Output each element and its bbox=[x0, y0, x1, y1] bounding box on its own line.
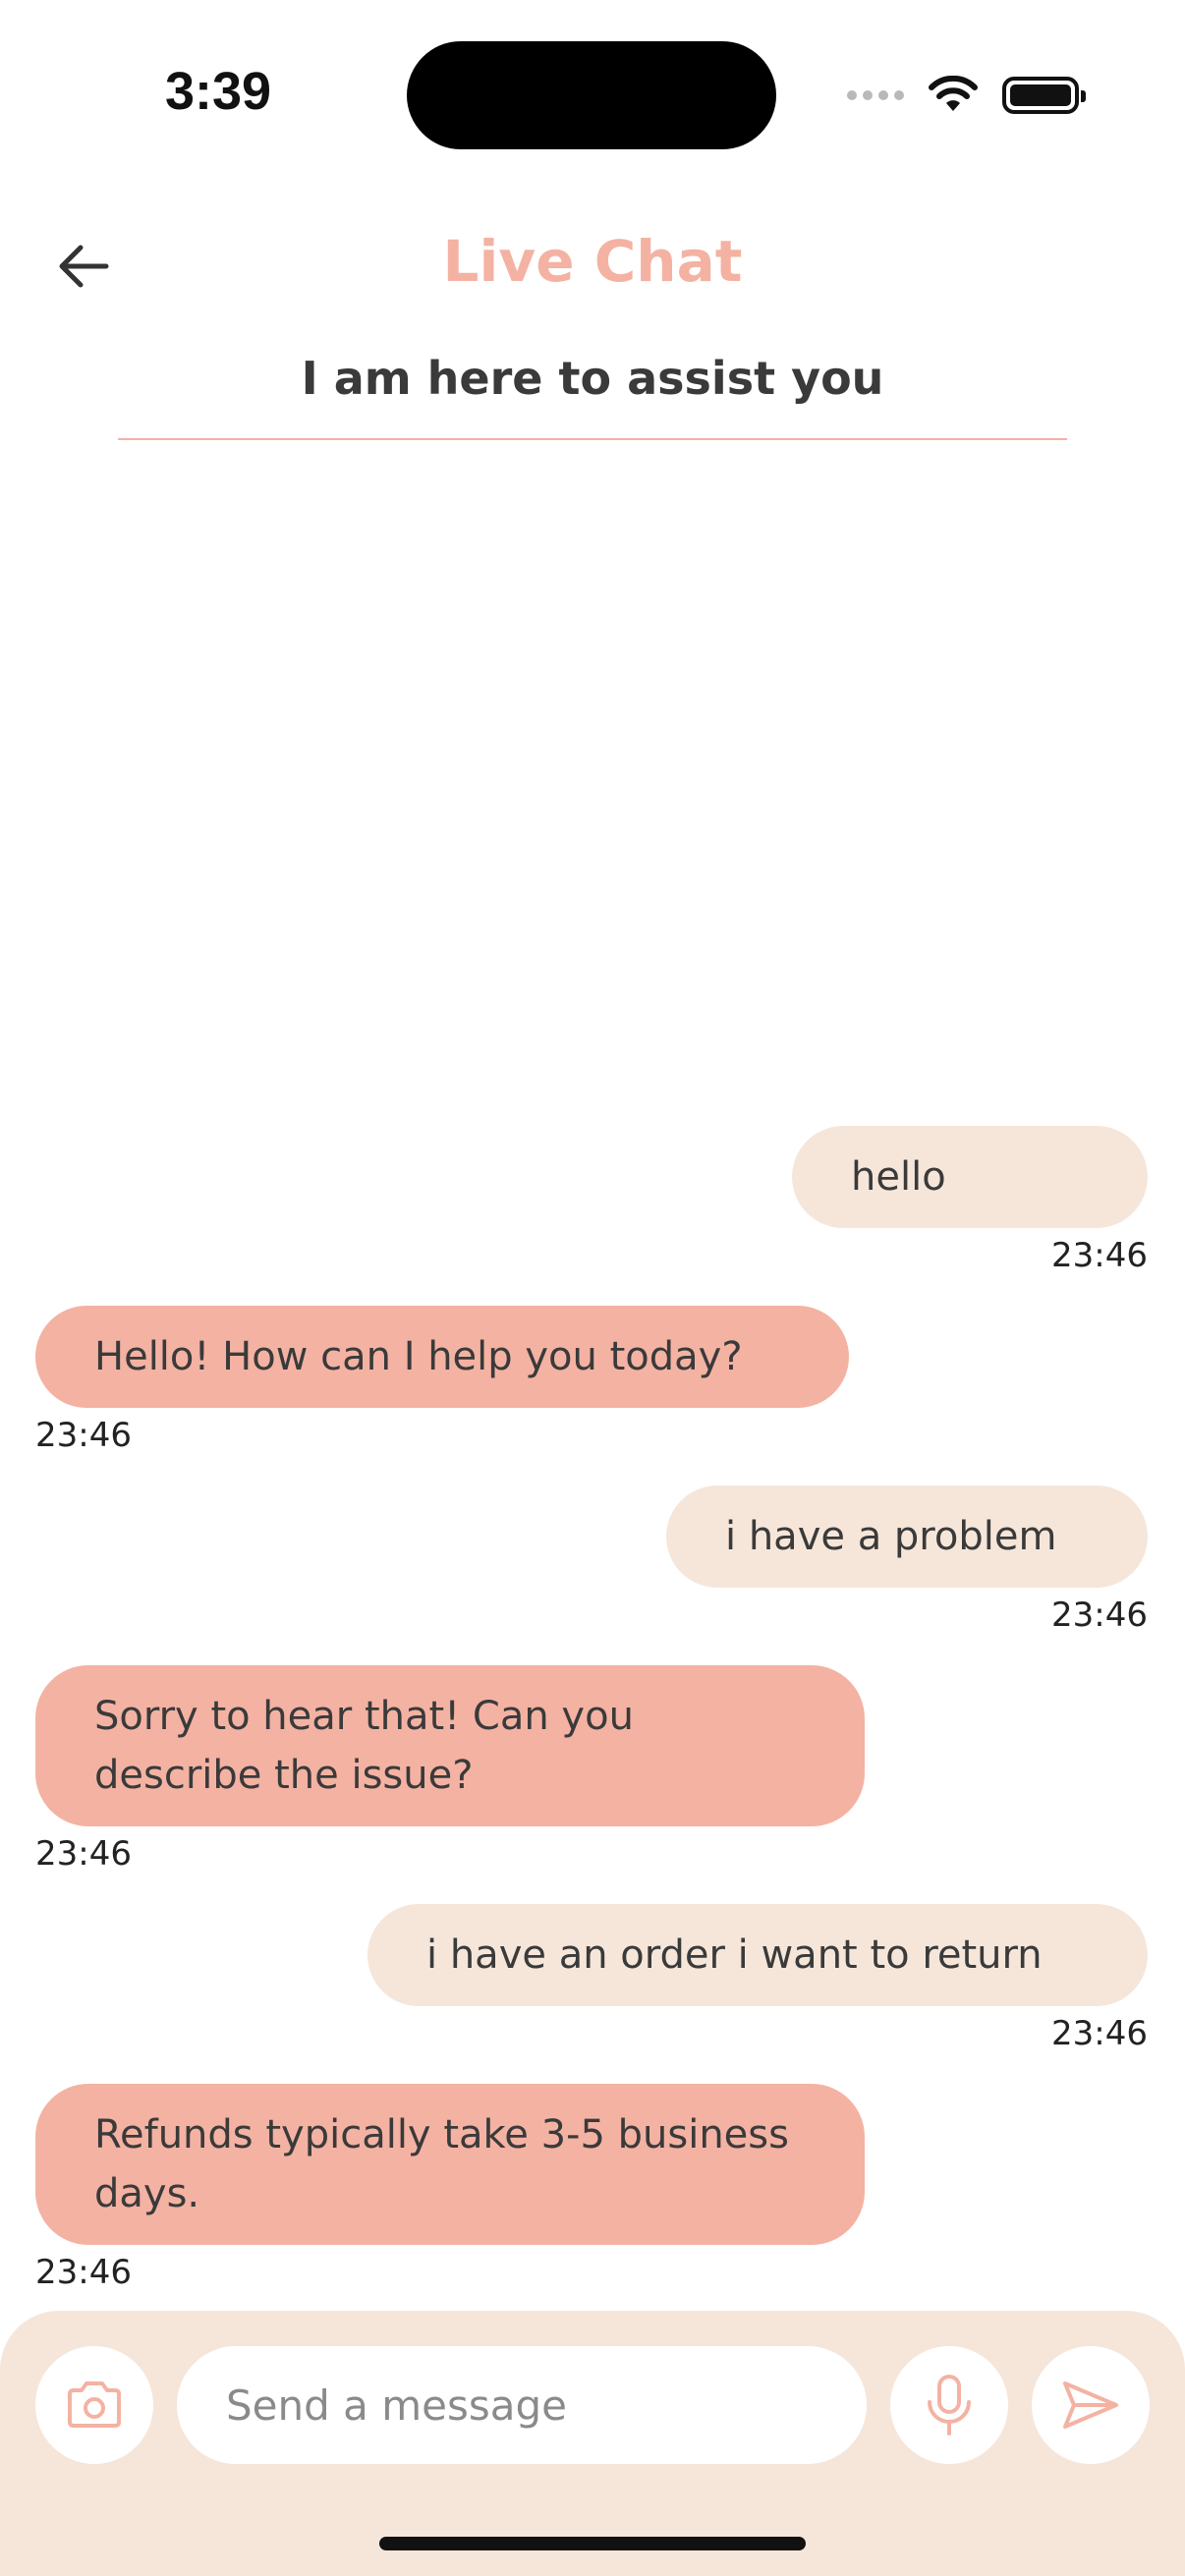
page-subtitle: I am here to assist you bbox=[301, 352, 884, 405]
message-time: 23:46 bbox=[35, 1834, 132, 1874]
signal-icon bbox=[847, 90, 904, 100]
user-message: i have an order i want to return bbox=[367, 1904, 1148, 2006]
microphone-icon bbox=[928, 2375, 971, 2436]
page-title: Live Chat bbox=[442, 228, 743, 295]
microphone-button[interactable] bbox=[890, 2346, 1008, 2464]
bot-message: Refunds typically take 3-5 business days… bbox=[35, 2084, 865, 2245]
camera-icon bbox=[68, 2381, 121, 2428]
send-icon bbox=[1063, 2381, 1118, 2429]
message-time: 23:46 bbox=[35, 2253, 132, 2292]
wifi-icon bbox=[929, 76, 978, 111]
bot-message: Sorry to hear that! Can you describe the… bbox=[35, 1665, 865, 1826]
bot-message: Hello! How can I help you today? bbox=[35, 1306, 849, 1408]
message-time: 23:46 bbox=[1051, 1596, 1148, 1635]
message-time: 23:46 bbox=[35, 1416, 132, 1455]
battery-icon bbox=[1002, 77, 1086, 114]
header-divider bbox=[118, 438, 1067, 440]
message-time: 23:46 bbox=[1051, 2014, 1148, 2053]
status-icons bbox=[847, 71, 1086, 120]
camera-button[interactable] bbox=[35, 2346, 153, 2464]
message-time: 23:46 bbox=[1051, 1236, 1148, 1275]
home-indicator bbox=[379, 2537, 806, 2550]
user-message: hello bbox=[792, 1126, 1148, 1228]
dynamic-island bbox=[407, 41, 776, 149]
message-input[interactable] bbox=[177, 2346, 867, 2464]
status-time: 3:39 bbox=[165, 62, 272, 121]
user-message: i have a problem bbox=[666, 1485, 1148, 1588]
send-button[interactable] bbox=[1032, 2346, 1150, 2464]
